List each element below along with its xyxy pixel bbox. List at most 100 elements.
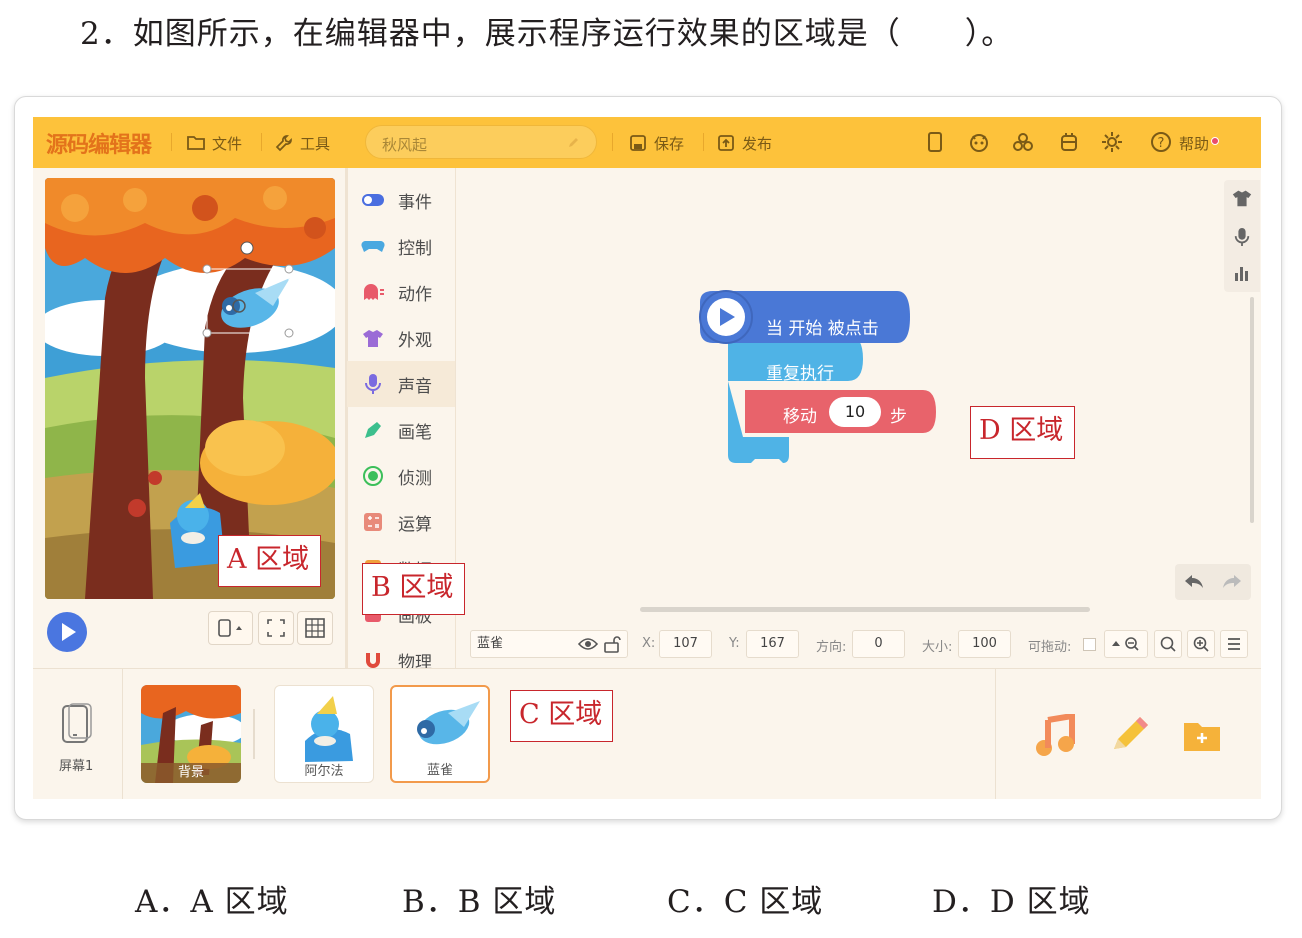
help-icon[interactable]: ? — [1149, 130, 1173, 154]
toolbar-divider — [612, 133, 613, 151]
search-icon — [1160, 636, 1176, 652]
region-label-c: C 区域 — [510, 690, 613, 742]
sprite-card-alpha[interactable]: 阿尔法 — [274, 685, 374, 783]
grid-icon — [305, 618, 325, 638]
add-folder-icon[interactable] — [1182, 717, 1222, 753]
answer-options: A．A 区域 B．B 区域 C．C 区域 D．D 区域 — [0, 876, 1302, 926]
screen-selector[interactable]: 屏幕1 — [33, 669, 123, 799]
option-c[interactable]: C．C 区域 — [667, 876, 823, 921]
tools-menu[interactable]: 工具 — [274, 132, 330, 154]
category-operators[interactable]: 运算 — [347, 499, 455, 545]
save-button[interactable]: 保存 — [628, 132, 684, 154]
y-input[interactable]: 167 — [746, 630, 799, 658]
undo-icon[interactable] — [1183, 572, 1205, 592]
sprite-card-background[interactable]: 背景 — [141, 685, 241, 783]
project-name-field[interactable]: 秋风起 — [365, 125, 597, 159]
mascot-icon[interactable] — [967, 130, 991, 154]
gear-icon[interactable] — [1100, 130, 1124, 154]
magnet-icon — [361, 650, 385, 668]
size-input[interactable]: 100 — [958, 630, 1011, 658]
top-toolbar: 源码编辑器 文件 工具 秋风起 保存 发布 ? 帮助 — [33, 117, 1261, 168]
zoom-reset-button[interactable] — [1154, 630, 1182, 658]
category-label: 动作 — [398, 284, 432, 305]
move-steps-input[interactable]: 10 — [829, 397, 881, 427]
tshirt-icon — [361, 328, 385, 348]
x-input[interactable]: 107 — [659, 630, 712, 658]
category-sensing[interactable]: 侦测 — [347, 453, 455, 499]
zoom-in-button[interactable] — [1187, 630, 1215, 658]
notification-dot — [1211, 137, 1219, 145]
robot-icon[interactable] — [1057, 130, 1081, 154]
undo-redo-group — [1175, 564, 1251, 600]
publish-button[interactable]: 发布 — [716, 132, 772, 154]
move-block-unit: 步 — [890, 407, 907, 427]
folder-icon — [187, 136, 205, 150]
microphone-icon — [361, 374, 385, 394]
region-label-a: A 区域 — [218, 535, 321, 587]
vertical-scrollbar[interactable] — [1250, 297, 1254, 523]
divider — [253, 709, 255, 759]
y-label: Y: — [729, 636, 740, 651]
unlock-icon[interactable] — [603, 635, 621, 653]
hamburger-icon — [1228, 638, 1240, 650]
category-label: 控制 — [398, 238, 432, 259]
category-motion[interactable]: 动作 — [347, 269, 455, 315]
fullscreen-button[interactable] — [258, 611, 294, 645]
edit-pencil-icon — [569, 138, 578, 147]
category-sound[interactable]: 声音 — [347, 361, 455, 407]
save-icon — [630, 135, 646, 151]
tablet-icon — [62, 703, 92, 743]
paint-pencil-icon[interactable] — [1108, 711, 1152, 755]
x-label: X: — [642, 636, 656, 651]
upload-icon — [718, 135, 734, 151]
zoom-out-button[interactable] — [1104, 630, 1148, 658]
app-logo: 源码编辑器 — [46, 133, 152, 158]
category-label: 事件 — [398, 192, 432, 213]
run-button[interactable] — [47, 612, 87, 652]
community-icon[interactable] — [1011, 130, 1035, 154]
sprite-name: 蓝雀 — [426, 763, 453, 778]
file-menu-label: 文件 — [212, 134, 243, 153]
category-label: 侦测 — [398, 468, 432, 489]
device-icon[interactable] — [923, 130, 947, 154]
category-pen[interactable]: 画笔 — [347, 407, 455, 453]
alpha-thumbnail — [305, 696, 353, 762]
direction-input[interactable]: 0 — [852, 630, 905, 658]
sound-icon[interactable] — [1233, 226, 1251, 248]
region-label-b: B 区域 — [362, 563, 465, 615]
draggable-label: 可拖动: — [1028, 640, 1072, 655]
category-label: 外观 — [398, 330, 432, 351]
project-name-value: 秋风起 — [382, 136, 428, 154]
option-d[interactable]: D．D 区域 — [932, 876, 1091, 921]
move-block-label: 移动 — [783, 407, 817, 427]
category-physics[interactable]: 物理 — [347, 637, 455, 668]
toggle-icon — [361, 190, 385, 210]
zoom-in-icon — [1193, 636, 1209, 652]
bluebird-thumbnail — [417, 701, 480, 745]
grid-button[interactable] — [297, 611, 333, 645]
bar-chart-icon[interactable] — [1233, 264, 1251, 282]
music-icon[interactable] — [1034, 714, 1078, 756]
sprite-card-bluebird[interactable]: 蓝雀 — [390, 685, 490, 783]
category-label: 画笔 — [398, 422, 432, 443]
toolbar-divider — [171, 133, 172, 151]
category-looks[interactable]: 外观 — [347, 315, 455, 361]
category-events[interactable]: 事件 — [347, 177, 455, 223]
option-b[interactable]: B．B 区域 — [402, 876, 556, 921]
device-size-button[interactable] — [208, 611, 253, 645]
target-icon — [361, 466, 385, 486]
file-menu[interactable]: 文件 — [186, 132, 242, 154]
horizontal-scrollbar[interactable] — [640, 607, 1090, 612]
redo-icon[interactable] — [1221, 572, 1243, 592]
category-control[interactable]: 控制 — [347, 223, 455, 269]
phone-dropdown-icon — [218, 619, 242, 637]
draggable-checkbox[interactable] — [1083, 638, 1096, 651]
option-a[interactable]: A．A 区域 — [135, 876, 289, 921]
menu-button[interactable] — [1220, 630, 1248, 658]
sprite-name: 背景 — [177, 765, 204, 780]
stage-controls — [33, 599, 345, 665]
gamepad-icon — [361, 236, 385, 256]
calculator-icon — [361, 512, 385, 532]
eye-icon[interactable] — [578, 637, 598, 651]
costume-icon[interactable] — [1231, 188, 1253, 208]
